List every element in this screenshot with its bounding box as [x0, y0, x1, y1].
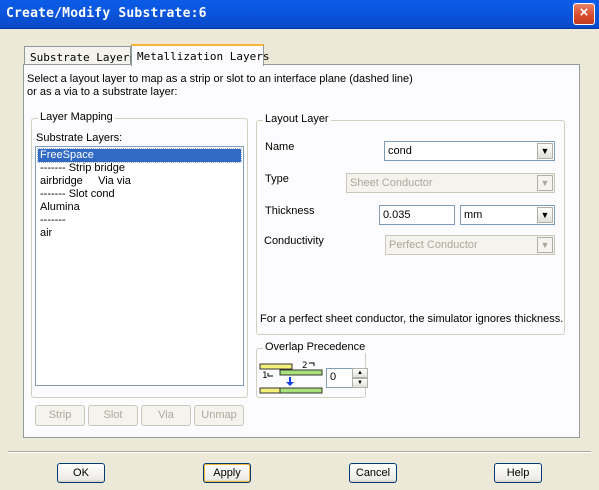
spin-down-icon[interactable]: ▼	[352, 378, 368, 388]
list-item[interactable]: ------- Slot cond	[36, 188, 243, 201]
thickness-unit-value: mm	[464, 209, 483, 221]
tab-label: Substrate Layers	[30, 51, 136, 64]
spin-up-icon[interactable]: ▲	[352, 368, 368, 378]
thickness-label: Thickness	[265, 205, 315, 217]
substrate-layers-label: Substrate Layers:	[36, 132, 123, 144]
thickness-note: For a perfect sheet conductor, the simul…	[260, 313, 564, 325]
close-button[interactable]: ×	[573, 3, 595, 25]
help-button[interactable]: Help	[494, 463, 542, 483]
conductivity-value: Perfect Conductor	[389, 239, 478, 251]
ok-button[interactable]: OK	[57, 463, 105, 483]
list-item[interactable]: -------	[36, 214, 243, 227]
chevron-down-icon[interactable]: ▼	[537, 237, 553, 253]
list-item[interactable]: Alumina	[36, 201, 243, 214]
overlap-marker-bottom: 1	[262, 371, 267, 381]
type-select[interactable]: Sheet Conductor ▼	[346, 173, 555, 193]
overlap-precedence-icon: 2 1	[259, 361, 323, 394]
substrate-layers-list[interactable]: FreeSpace ------- Strip bridge airbridge…	[35, 146, 244, 386]
thickness-unit-select[interactable]: mm ▼	[460, 205, 555, 225]
window-title: Create/Modify Substrate:6	[6, 6, 207, 21]
overlap-value-input[interactable]: 0	[326, 368, 353, 388]
tab-label: Metallization Layers	[137, 50, 270, 63]
title-bar: Create/Modify Substrate:6 ×	[0, 0, 599, 29]
overlap-precedence-label: Overlap Precedence	[263, 341, 368, 353]
list-item[interactable]: ------- Strip bridge	[36, 162, 243, 175]
name-select[interactable]: cond ▼	[384, 141, 555, 161]
name-label: Name	[265, 141, 295, 153]
type-label: Type	[265, 173, 289, 185]
cancel-button[interactable]: Cancel	[349, 463, 397, 483]
tab-metallization-layers[interactable]: Metallization Layers	[131, 44, 269, 66]
conductivity-label: Conductivity	[264, 235, 324, 247]
footer-separator	[8, 451, 591, 453]
unmap-button[interactable]: Unmap	[194, 405, 244, 426]
chevron-down-icon[interactable]: ▼	[537, 143, 553, 159]
description-line-1: Select a layout layer to map as a strip …	[27, 73, 413, 85]
layer-mapping-label: Layer Mapping	[38, 111, 115, 123]
thickness-input[interactable]: 0.035	[379, 205, 455, 225]
list-item[interactable]: airbridge Via via	[36, 175, 243, 188]
conductivity-select[interactable]: Perfect Conductor ▼	[385, 235, 555, 255]
apply-button[interactable]: Apply	[203, 463, 251, 483]
strip-button[interactable]: Strip	[35, 405, 85, 426]
name-value: cond	[388, 145, 412, 157]
chevron-down-icon[interactable]: ▼	[537, 175, 553, 191]
chevron-down-icon[interactable]: ▼	[537, 207, 553, 223]
slot-button[interactable]: Slot	[88, 405, 138, 426]
description-line-2: or as a via to a substrate layer:	[27, 86, 178, 98]
overlap-marker-top: 2	[302, 361, 307, 371]
layout-layer-label: Layout Layer	[263, 113, 331, 125]
list-item[interactable]: air	[36, 227, 243, 240]
via-button[interactable]: Via	[141, 405, 191, 426]
list-item[interactable]: FreeSpace	[37, 148, 242, 163]
tab-substrate-layers[interactable]: Substrate Layers	[24, 46, 136, 66]
type-value: Sheet Conductor	[350, 177, 433, 189]
